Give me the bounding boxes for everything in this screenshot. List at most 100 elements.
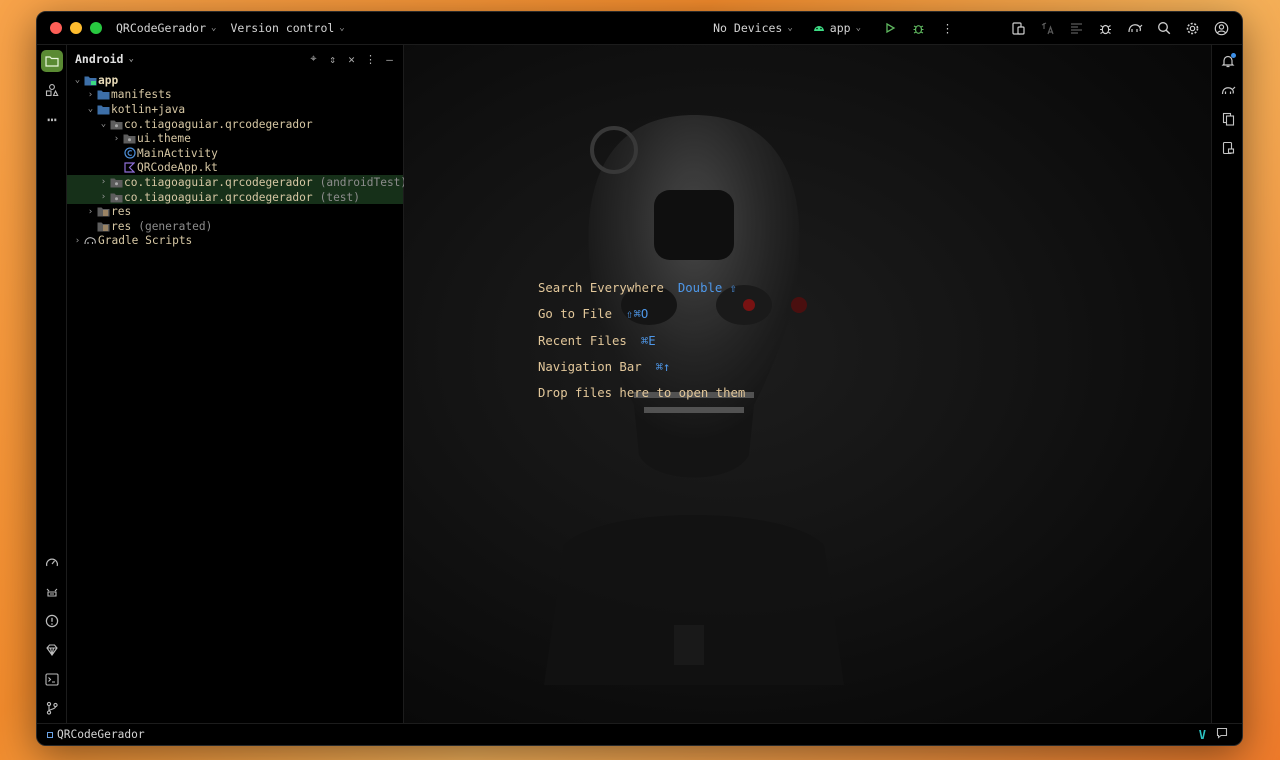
hint-recent-files[interactable]: Recent Files ⌘E bbox=[538, 328, 745, 354]
package-icon bbox=[110, 119, 123, 130]
minimize-window-button[interactable] bbox=[70, 22, 82, 34]
device-selector[interactable]: No Devices ⌄ bbox=[713, 21, 793, 35]
run-configuration-selector[interactable]: app ⌄ bbox=[813, 21, 861, 35]
more-tools-button[interactable]: ⋯ bbox=[41, 108, 63, 130]
chevron-down-icon[interactable]: ⌄ bbox=[97, 119, 110, 129]
project-view-name: Android bbox=[75, 52, 124, 66]
hint-shortcut: Double ⇧ bbox=[677, 281, 738, 296]
tree-label: co.tiagoaguiar.qrcodegerador bbox=[124, 175, 313, 189]
tree-item-package-test[interactable]: › co.tiagoaguiar.qrcodegerador (test) bbox=[67, 189, 403, 205]
layout-inspector-button[interactable] bbox=[1062, 16, 1091, 40]
expand-collapse-icon[interactable]: ⇕ bbox=[323, 49, 342, 69]
chevron-right-icon[interactable]: › bbox=[97, 192, 110, 202]
translate-button[interactable] bbox=[1033, 16, 1062, 40]
logcat-button[interactable] bbox=[41, 581, 63, 603]
more-vertical-icon[interactable]: ⋮ bbox=[361, 49, 380, 69]
gradle-tool-button[interactable] bbox=[1217, 79, 1239, 101]
minimize-icon[interactable]: — bbox=[380, 49, 399, 69]
chevron-right-icon[interactable]: › bbox=[84, 207, 97, 217]
chevron-down-icon[interactable]: ⌄ bbox=[84, 104, 97, 114]
hint-search-everywhere[interactable]: Search Everywhere Double ⇧ bbox=[538, 275, 745, 301]
project-name: QRCodeGerador bbox=[116, 21, 207, 35]
locate-file-icon[interactable]: ⌖ bbox=[304, 49, 323, 69]
device-manager-icon bbox=[1012, 21, 1025, 35]
tree-item-gradle-scripts[interactable]: › Gradle Scripts bbox=[67, 234, 403, 249]
tree-item-qrcode-app[interactable]: QRCodeApp.kt bbox=[67, 161, 403, 176]
debug-button[interactable] bbox=[904, 16, 933, 40]
tree-item-package-android-test[interactable]: › co.tiagoaguiar.qrcodegerador (androidT… bbox=[67, 175, 407, 190]
project-selector[interactable]: QRCodeGerador ⌄ bbox=[116, 21, 216, 35]
chevron-right-icon[interactable]: › bbox=[71, 236, 84, 246]
project-tool-button[interactable] bbox=[41, 50, 63, 72]
chevron-right-icon[interactable]: › bbox=[97, 177, 110, 187]
editor-area[interactable]: Search Everywhere Double ⇧ Go to File ⇧⌘… bbox=[404, 45, 1211, 723]
bug-icon bbox=[1100, 24, 1111, 34]
terminal-icon bbox=[45, 672, 59, 686]
package-icon bbox=[110, 177, 123, 188]
device-manager-button[interactable] bbox=[1004, 16, 1033, 40]
device-lock-icon bbox=[1222, 141, 1234, 155]
gradle-sync-button[interactable] bbox=[1120, 16, 1149, 40]
attach-debugger-button[interactable] bbox=[1091, 16, 1120, 40]
tree-item-manifests[interactable]: › manifests bbox=[67, 88, 403, 103]
gauge-icon bbox=[46, 558, 58, 567]
hint-label: Search Everywhere bbox=[538, 281, 664, 296]
hint-shortcut: ⌘↑ bbox=[655, 360, 671, 375]
status-bar-project[interactable]: QRCodeGerador bbox=[47, 728, 145, 741]
tree-item-main-activity[interactable]: MainActivity bbox=[67, 146, 403, 161]
gemini-button[interactable] bbox=[41, 639, 63, 661]
app-inspection-button[interactable] bbox=[41, 552, 63, 574]
terminal-button[interactable] bbox=[41, 668, 63, 690]
device-label: No Devices bbox=[713, 21, 783, 35]
package-icon bbox=[123, 133, 136, 144]
hint-go-to-file[interactable]: Go to File ⇧⌘O bbox=[538, 301, 745, 327]
device-file-explorer-button[interactable] bbox=[1217, 108, 1239, 130]
hint-navigation-bar[interactable]: Navigation Bar ⌘↑ bbox=[538, 354, 745, 380]
tree-item-kotlin-java[interactable]: ⌄ kotlin+java bbox=[67, 102, 403, 117]
kotlin-file-icon bbox=[123, 162, 136, 173]
close-window-button[interactable] bbox=[50, 22, 62, 34]
tree-label: QRCodeApp.kt bbox=[137, 161, 218, 175]
notifications-button[interactable] bbox=[1217, 50, 1239, 72]
tree-item-res-generated[interactable]: res (generated) bbox=[67, 219, 403, 234]
tree-label-suffix: (androidTest) bbox=[319, 175, 408, 189]
search-button[interactable] bbox=[1149, 16, 1178, 40]
chevron-right-icon[interactable]: › bbox=[110, 134, 123, 144]
maximize-window-button[interactable] bbox=[90, 22, 102, 34]
folder-icon bbox=[97, 104, 110, 115]
tree-item-app[interactable]: ⌄ app bbox=[67, 73, 403, 88]
translate-icon bbox=[1041, 21, 1054, 34]
close-icon[interactable]: ✕ bbox=[342, 49, 361, 69]
account-button[interactable] bbox=[1207, 16, 1236, 40]
run-config-label: app bbox=[829, 21, 851, 35]
more-actions-button[interactable]: ⋮ bbox=[933, 16, 962, 40]
version-control-tool-button[interactable] bbox=[41, 697, 63, 719]
feedback-icon[interactable] bbox=[1216, 727, 1228, 742]
folder-icon bbox=[97, 89, 110, 100]
user-icon bbox=[1214, 21, 1229, 35]
hint-label: Recent Files bbox=[538, 333, 627, 348]
tree-label: kotlin+java bbox=[111, 102, 186, 116]
warning-circle-icon bbox=[45, 614, 59, 628]
chevron-right-icon[interactable]: › bbox=[84, 90, 97, 100]
tree-item-package-main[interactable]: ⌄ co.tiagoaguiar.qrcodegerador bbox=[67, 117, 403, 132]
chevron-down-icon[interactable]: ⌄ bbox=[71, 75, 84, 85]
tree-label: ui.theme bbox=[137, 132, 191, 146]
tree-item-res[interactable]: › res bbox=[67, 204, 403, 219]
tree-item-ui-theme[interactable]: › ui.theme bbox=[67, 131, 403, 146]
vim-plugin-icon[interactable]: V bbox=[1199, 728, 1206, 742]
more-horizontal-icon: ⋯ bbox=[47, 109, 57, 129]
right-tool-strip bbox=[1211, 45, 1242, 723]
chevron-down-icon: ⌄ bbox=[787, 23, 793, 33]
project-view-selector[interactable]: Android ⌄ bbox=[75, 52, 134, 66]
shapes-icon bbox=[45, 84, 59, 97]
version-control-menu[interactable]: Version control ⌄ bbox=[230, 21, 344, 35]
problems-button[interactable] bbox=[41, 610, 63, 632]
running-devices-button[interactable] bbox=[1217, 137, 1239, 159]
package-icon bbox=[110, 192, 123, 203]
settings-button[interactable] bbox=[1178, 16, 1207, 40]
resources-folder-icon bbox=[97, 206, 110, 217]
resource-manager-button[interactable] bbox=[41, 79, 63, 101]
title-bar: QRCodeGerador ⌄ Version control ⌄ No Dev… bbox=[37, 12, 1242, 45]
run-button[interactable] bbox=[875, 16, 904, 40]
